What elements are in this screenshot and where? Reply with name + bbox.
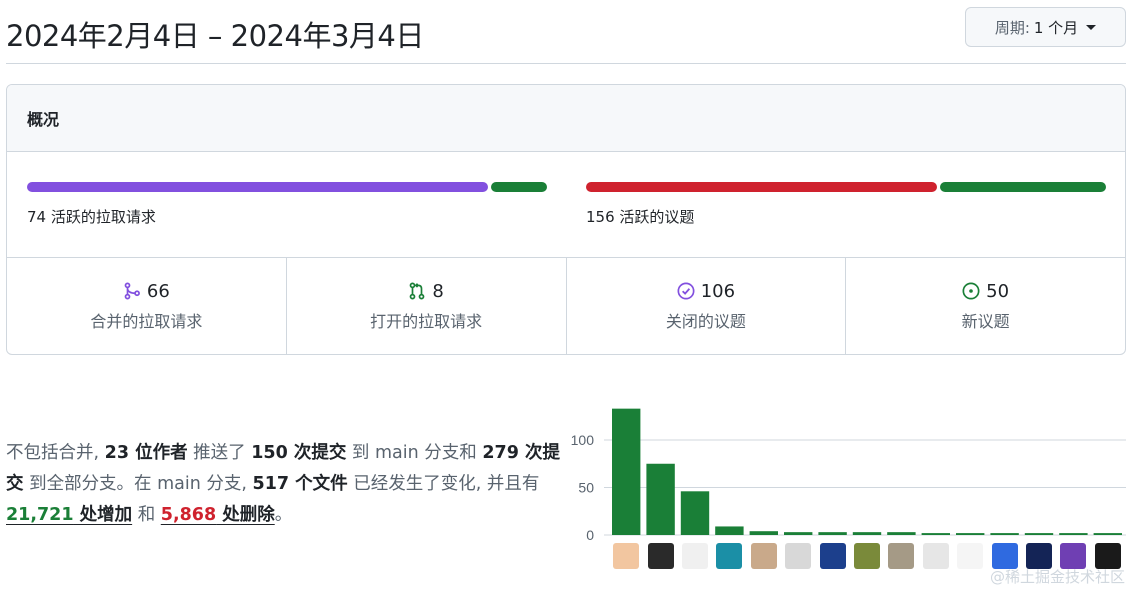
merged-pr-segment — [27, 182, 489, 192]
active-issues-label: 156 活跃的议题 — [586, 208, 695, 226]
contributor-bar[interactable] — [749, 531, 778, 535]
stat-open-pull-requests[interactable]: 8 打开的拉取请求 — [287, 258, 567, 354]
chevron-down-icon — [1086, 24, 1097, 30]
contributor-bar[interactable] — [990, 533, 1019, 535]
git-merge-icon — [123, 282, 141, 300]
stat-closed-issues[interactable]: 106 关闭的议题 — [567, 258, 847, 354]
contributor-avatar[interactable] — [888, 543, 915, 569]
y-tick-label: 100 — [571, 432, 595, 448]
deletions-link[interactable]: 5,868 处删除 — [161, 505, 275, 525]
summary-text: 和 — [132, 505, 161, 525]
period-value: 1 个月 — [1033, 18, 1079, 37]
contributor-bar[interactable] — [1024, 533, 1054, 535]
contributor-bar[interactable] — [1093, 533, 1122, 535]
contributor-avatar[interactable] — [647, 543, 674, 569]
additions-count: 21,721 — [6, 505, 74, 525]
summary-text: 到 main 分支和 — [346, 443, 483, 463]
contributors-bar-chart: 0 50 100 — [566, 396, 1131, 593]
contributors-chart-svg: 0 50 100 — [571, 408, 1126, 543]
open-pr-label: 打开的拉取请求 — [370, 311, 483, 331]
closed-issues-segment — [586, 182, 938, 192]
date-range-title: 2024年2月4日 – 2024年3月4日 — [6, 19, 424, 53]
summary-text: 已经发生了变化, 并且有 — [347, 474, 540, 494]
pull-requests-summary[interactable]: 74 活跃的拉取请求 — [27, 182, 547, 227]
overview-title: 概况 — [27, 110, 60, 129]
overview-panel: 概况 74 活跃的拉取请求 156 活跃的议题 66 合并的拉取请求 8 打开的… — [6, 84, 1126, 355]
y-tick-label: 50 — [578, 480, 594, 496]
watermark: @稀土掘金技术社区 — [989, 568, 1125, 586]
merged-pr-count: 66 — [146, 280, 170, 302]
commit-summary-text: 不包括合并, 23 位作者 推送了 150 次提交 到 main 分支和 279… — [6, 438, 568, 531]
contributor-bar[interactable] — [887, 532, 916, 535]
stat-merged-pull-requests[interactable]: 66 合并的拉取请求 — [7, 258, 287, 354]
deletions-text: 处删除 — [216, 505, 275, 525]
contributor-bar[interactable] — [921, 533, 950, 535]
contributor-avatar[interactable] — [785, 543, 812, 569]
merged-pr-label: 合并的拉取请求 — [90, 311, 203, 331]
summary-text: 到全部分支。在 main 分支, — [23, 474, 253, 494]
contributor-bar[interactable] — [646, 463, 675, 535]
files-changed-count: 517 个文件 — [252, 474, 348, 494]
new-issues-label: 新议题 — [961, 311, 1010, 331]
issues-progress-bar — [586, 182, 1106, 192]
period-dropdown-button[interactable]: 周期: 1 个月 — [965, 7, 1126, 47]
contributor-bar[interactable] — [818, 532, 847, 535]
contributor-bar[interactable] — [956, 533, 985, 535]
contributor-bar[interactable] — [715, 526, 744, 535]
git-pull-request-icon — [408, 282, 426, 300]
contributor-avatar[interactable] — [922, 543, 949, 569]
deletions-count: 5,868 — [160, 505, 217, 525]
contributor-avatar[interactable] — [613, 543, 640, 569]
y-tick-label: 0 — [586, 527, 594, 541]
overview-bars: 74 活跃的拉取请求 156 活跃的议题 — [7, 152, 1125, 258]
closed-issues-label: 关闭的议题 — [665, 311, 746, 331]
summary-text: 。 — [274, 505, 293, 525]
open-pr-segment — [491, 182, 547, 192]
issues-summary[interactable]: 156 活跃的议题 — [586, 182, 1106, 227]
contributor-bar[interactable] — [680, 491, 710, 535]
issue-closed-icon — [677, 282, 695, 300]
active-pull-requests-label: 74 活跃的拉取请求 — [27, 208, 156, 226]
contributor-avatar[interactable] — [682, 543, 708, 569]
contributor-avatar[interactable] — [716, 543, 743, 569]
overview-stats: 66 合并的拉取请求 8 打开的拉取请求 106 关闭的议题 50 新议题 — [7, 258, 1125, 354]
issue-opened-icon — [962, 282, 980, 300]
contributor-bar[interactable] — [852, 532, 882, 535]
page-header: 2024年2月4日 – 2024年3月4日 周期: 1 个月 — [6, 0, 1126, 64]
main-commits-count: 150 次提交 — [251, 443, 347, 463]
new-issues-count: 50 — [986, 280, 1010, 302]
period-label: 周期: — [994, 18, 1030, 37]
contributor-bar[interactable] — [612, 408, 641, 535]
contributor-avatar[interactable] — [854, 543, 880, 569]
pull-requests-progress-bar — [27, 182, 547, 192]
stat-new-issues[interactable]: 50 新议题 — [846, 258, 1125, 354]
contributor-avatar[interactable] — [957, 543, 984, 569]
new-issues-segment — [940, 182, 1106, 192]
closed-issues-count: 106 — [700, 280, 736, 302]
contributor-avatar[interactable] — [819, 543, 846, 569]
contributor-avatar[interactable] — [750, 543, 777, 569]
summary-text: 不包括合并, — [6, 443, 105, 463]
summary-text: 推送了 — [187, 443, 252, 463]
additions-text: 处增加 — [73, 505, 133, 525]
authors-count: 23 位作者 — [104, 443, 188, 463]
overview-header: 概况 — [7, 85, 1125, 152]
additions-link[interactable]: 21,721 处增加 — [6, 505, 132, 525]
open-pr-count: 8 — [432, 280, 444, 302]
contributor-bar[interactable] — [784, 532, 813, 535]
contributor-bar[interactable] — [1059, 533, 1088, 535]
